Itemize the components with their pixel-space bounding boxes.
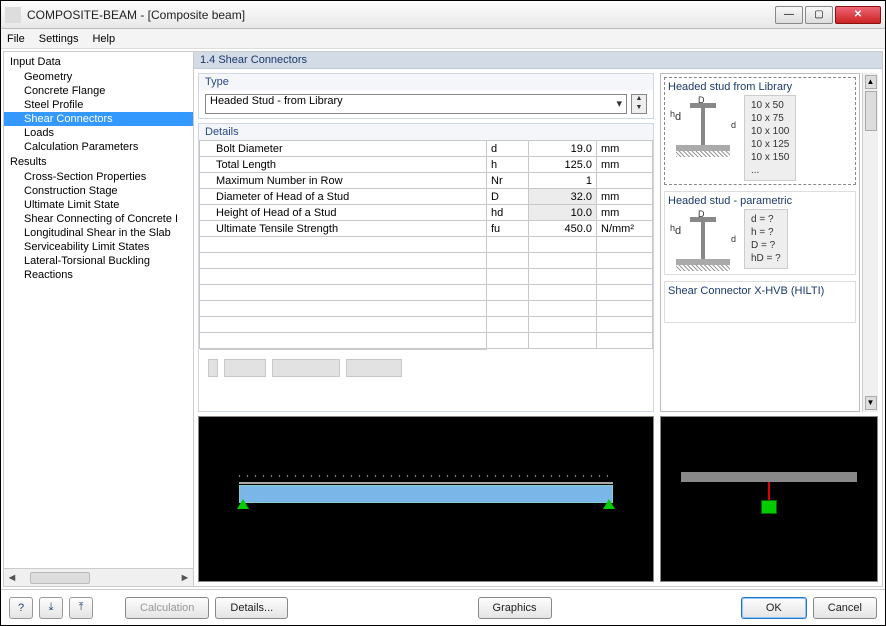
footer: ? ⤓ ⤒ Calculation Details... Graphics OK…	[1, 589, 885, 625]
connector-preview[interactable]	[660, 416, 878, 582]
tree-item[interactable]: Longitudinal Shear in the Slab	[4, 226, 193, 240]
library-list[interactable]: Headed stud from Library D d hd 10 x 501…	[660, 73, 860, 412]
xhvb-schematic-icon	[668, 299, 738, 319]
tree-item[interactable]: Construction Stage	[4, 184, 193, 198]
table-row[interactable]: Bolt Diameterd19.0mm	[200, 141, 653, 157]
scroll-right-icon[interactable]: ►	[177, 572, 193, 584]
close-button[interactable]: ✕	[835, 6, 881, 24]
menu-help[interactable]: Help	[92, 33, 115, 45]
import-button[interactable]: ⤓	[39, 597, 63, 619]
menu-file[interactable]: File	[7, 33, 25, 45]
export-button[interactable]: ⤒	[69, 597, 93, 619]
type-group: Type Headed Stud - from Library ▲▼	[198, 73, 654, 119]
beam-preview[interactable]	[198, 416, 654, 582]
scroll-up-icon[interactable]: ▲	[865, 75, 877, 89]
ok-button[interactable]: OK	[741, 597, 807, 619]
minimize-button[interactable]: —	[775, 6, 803, 24]
library-vscroll[interactable]: ▲ ▼	[862, 73, 878, 412]
details-table[interactable]: Bolt Diameterd19.0mmTotal Lengthh125.0mm…	[199, 140, 653, 385]
cancel-button[interactable]: Cancel	[813, 597, 877, 619]
tree-item[interactable]: Cross-Section Properties	[4, 170, 193, 184]
section-title: 1.4 Shear Connectors	[194, 52, 882, 69]
tree-pane: Input Data GeometryConcrete FlangeSteel …	[4, 52, 194, 586]
preview-row	[194, 416, 882, 586]
tree-hscroll[interactable]: ◄ ►	[4, 568, 193, 586]
type-select[interactable]: Headed Stud - from Library	[205, 94, 627, 114]
type-spinner[interactable]: ▲▼	[631, 94, 647, 114]
table-row[interactable]: Ultimate Tensile Strengthfu450.0N/mm²	[200, 221, 653, 237]
calculation-button[interactable]: Calculation	[125, 597, 209, 619]
library-item-headed-stud-library[interactable]: Headed stud from Library D d hd 10 x 501…	[664, 77, 856, 185]
tree-group-results[interactable]: Results	[4, 154, 193, 170]
window-title: COMPOSITE-BEAM - [Composite beam]	[27, 8, 773, 22]
app-window: COMPOSITE-BEAM - [Composite beam] — ▢ ✕ …	[0, 0, 886, 626]
tree-item[interactable]: Ultimate Limit State	[4, 198, 193, 212]
tree-item[interactable]: Steel Profile	[4, 98, 193, 112]
tree-item[interactable]: Calculation Parameters	[4, 140, 193, 154]
tree-item[interactable]: Reactions	[4, 268, 193, 282]
menu-settings[interactable]: Settings	[39, 33, 79, 45]
tree-group-input[interactable]: Input Data	[4, 54, 193, 70]
tree-item[interactable]: Loads	[4, 126, 193, 140]
table-row[interactable]: Height of Head of a Studhd10.0mm	[200, 205, 653, 221]
table-row[interactable]: Total Lengthh125.0mm	[200, 157, 653, 173]
library-item-headed-stud-parametric[interactable]: Headed stud - parametric D d hd d = ?h =…	[664, 191, 856, 275]
maximize-button[interactable]: ▢	[805, 6, 833, 24]
scroll-down-icon[interactable]: ▼	[865, 396, 877, 410]
tree-item[interactable]: Geometry	[4, 70, 193, 84]
scroll-thumb[interactable]	[30, 572, 90, 584]
stud-schematic-icon: D d hd	[668, 209, 738, 271]
type-value: Headed Stud - from Library	[210, 95, 343, 107]
tree-item[interactable]: Shear Connecting of Concrete I	[4, 212, 193, 226]
main-pane: 1.4 Shear Connectors Type Headed Stud - …	[194, 52, 882, 586]
details-button[interactable]: Details...	[215, 597, 288, 619]
body: Input Data GeometryConcrete FlangeSteel …	[3, 51, 883, 587]
library-panel: Headed stud from Library D d hd 10 x 501…	[660, 73, 878, 412]
left-column: Type Headed Stud - from Library ▲▼ Detai…	[198, 73, 654, 412]
app-icon	[5, 7, 21, 23]
nav-tree[interactable]: Input Data GeometryConcrete FlangeSteel …	[4, 52, 193, 568]
help-button[interactable]: ?	[9, 597, 33, 619]
tree-item[interactable]: Concrete Flange	[4, 84, 193, 98]
library-params: d = ?h = ?D = ?hD = ?	[744, 209, 788, 269]
library-item-xhvb[interactable]: Shear Connector X-HVB (HILTI)	[664, 281, 856, 323]
table-row[interactable]: Maximum Number in RowNr1	[200, 173, 653, 189]
table-row[interactable]: Diameter of Head of a StudD32.0mm	[200, 189, 653, 205]
library-sizes: 10 x 5010 x 7510 x 10010 x 12510 x 150..…	[744, 95, 796, 181]
tree-item[interactable]: Shear Connectors	[4, 112, 193, 126]
type-label: Type	[199, 74, 653, 90]
scroll-left-icon[interactable]: ◄	[4, 572, 20, 584]
scroll-thumb[interactable]	[865, 91, 877, 131]
tree-item[interactable]: Serviceability Limit States	[4, 240, 193, 254]
upper-area: Type Headed Stud - from Library ▲▼ Detai…	[194, 69, 882, 416]
stud-schematic-icon: D d hd	[668, 95, 738, 157]
titlebar: COMPOSITE-BEAM - [Composite beam] — ▢ ✕	[1, 1, 885, 29]
graphics-button[interactable]: Graphics	[478, 597, 552, 619]
details-group: Details Bolt Diameterd19.0mmTotal Length…	[198, 123, 654, 412]
details-label: Details	[199, 124, 653, 140]
menubar: File Settings Help	[1, 29, 885, 49]
tree-item[interactable]: Lateral-Torsional Buckling	[4, 254, 193, 268]
